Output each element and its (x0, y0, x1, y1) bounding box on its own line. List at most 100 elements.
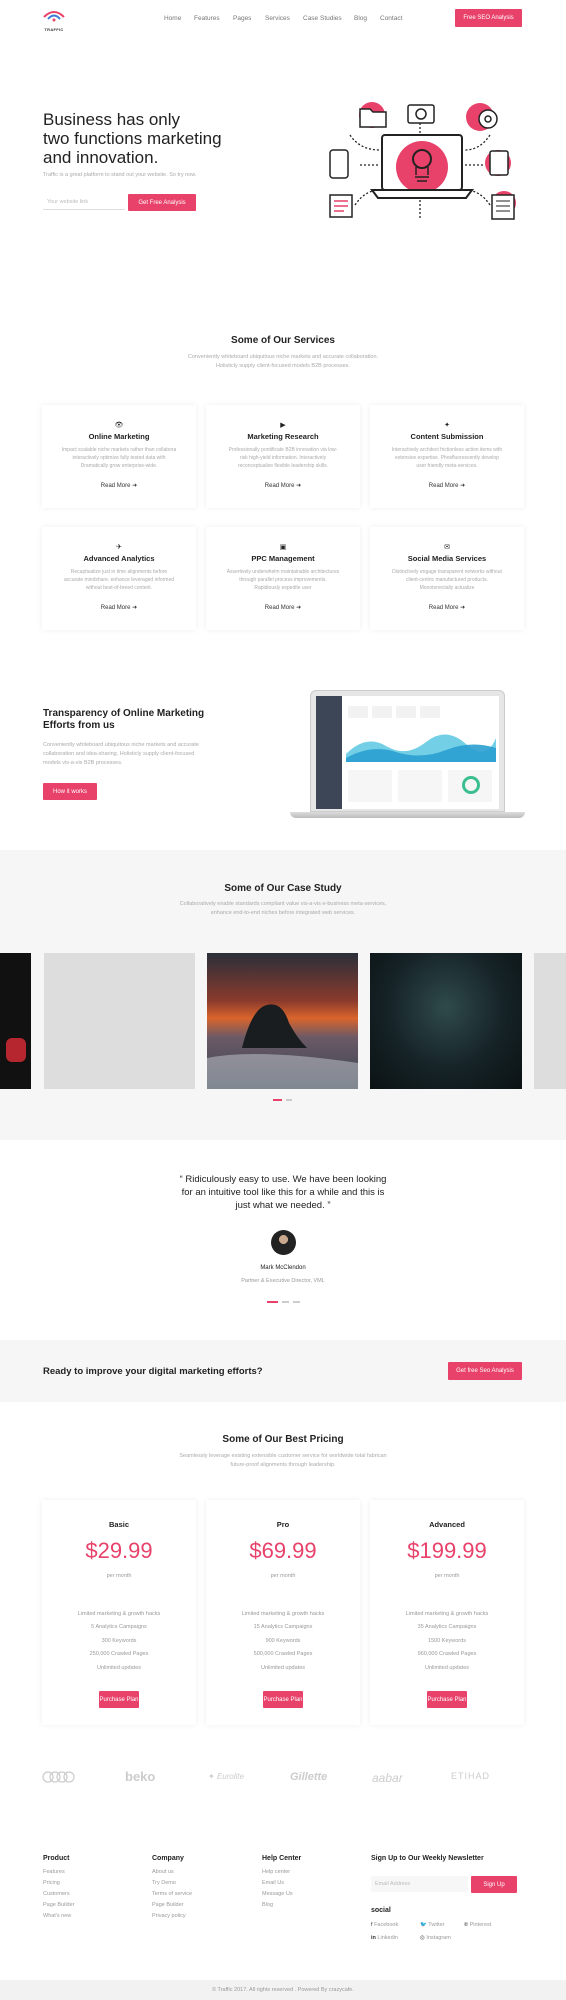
footer-link[interactable]: Page Builder (152, 1900, 192, 1911)
pricing-card-advanced: Advanced $199.99 per month Limited marke… (370, 1500, 524, 1725)
purchase-plan-button[interactable]: Purchase Plan (263, 1691, 303, 1708)
read-more-link[interactable]: Read More ➜ (206, 604, 360, 611)
footer-link[interactable]: Terms of service (152, 1889, 192, 1900)
case-image-car[interactable] (0, 953, 31, 1089)
footer-link[interactable]: What's new (43, 1911, 75, 1922)
arrow-right-icon: ➜ (296, 605, 302, 611)
pricing-card-basic: Basic $29.99 per month Limited marketing… (42, 1500, 196, 1725)
footer-link[interactable]: About us (152, 1867, 192, 1878)
plan-feature: 900 Keywords (265, 1638, 301, 1644)
plan-feature: 300 Keywords (101, 1638, 137, 1644)
read-more-link[interactable]: Read More ➜ (370, 482, 524, 489)
footer-link[interactable]: Features (43, 1867, 75, 1878)
service-title: Advanced Analytics (83, 554, 155, 563)
social-linkedin[interactable]: in Linkedin (371, 1933, 398, 1944)
nav-features[interactable]: Features (194, 15, 220, 22)
social-pinterest[interactable]: ℗ Pinterest (464, 1920, 491, 1931)
sign-up-button[interactable]: Sign Up (471, 1876, 517, 1893)
case-image-placeholder-right[interactable] (534, 953, 566, 1089)
testimonial-dot[interactable] (293, 1301, 300, 1303)
footer-link[interactable]: Pricing (43, 1878, 75, 1889)
plan-feature: 960,000 Crawled Pages (417, 1651, 477, 1657)
footer-heading: Help Center (262, 1855, 302, 1862)
twitter-icon: 🐦 (420, 1922, 427, 1928)
service-description: Recaptiualize just in time alignments be… (63, 569, 175, 591)
testimonial-name: Mark McClendon (260, 1265, 306, 1271)
email-address-input[interactable]: Email Address (371, 1876, 468, 1892)
service-card: ▶ Marketing Research Professionally pont… (206, 405, 360, 508)
hero-title-line2: two functions marketing (43, 129, 222, 148)
pricing-subtitle: Seamlessly leverage existing extensible … (179, 1453, 387, 1468)
footer-link[interactable]: Customers (43, 1889, 75, 1900)
read-more-link[interactable]: Read More ➜ (206, 482, 360, 489)
avatar (271, 1230, 296, 1255)
footer-col-company: Company About us Try Demo Terms of servi… (152, 1855, 192, 1922)
read-more-link[interactable]: Read More ➜ (42, 604, 196, 611)
footer-heading: Company (152, 1855, 184, 1862)
service-title: PPC Management (251, 554, 315, 563)
transparency-description: Conveniently whiteboard ubiquitous niche… (43, 742, 199, 766)
gillette-logo: Gillette (290, 1771, 328, 1783)
social-twitter[interactable]: 🐦 Twitter (420, 1920, 445, 1931)
plan-feature: Limited marketing & growth hacks (241, 1611, 325, 1617)
nav-blog[interactable]: Blog (354, 15, 367, 22)
website-link-input[interactable]: Your website link (43, 194, 125, 210)
case-image-dark-forest[interactable] (370, 953, 522, 1089)
arrow-right-icon: ➜ (460, 605, 466, 611)
case-study-title: Some of Our Case Study (224, 883, 342, 894)
social-instagram[interactable]: ◎ Instagram (420, 1933, 451, 1944)
testimonial-dot-active[interactable] (267, 1301, 278, 1303)
plan-price: $29.99 (85, 1538, 153, 1563)
nav-case-studies[interactable]: Case Studies (303, 15, 342, 22)
plan-feature: 35 Analytics Campaigns (417, 1624, 477, 1630)
plan-feature: Unlimited updates (96, 1665, 142, 1671)
pricing-title: Some of Our Best Pricing (222, 1434, 344, 1445)
carousel-dot-active[interactable] (273, 1099, 282, 1101)
plan-feature: 500,000 Crawled Pages (253, 1651, 313, 1657)
service-description: Interactively architect frictionless act… (391, 447, 503, 469)
free-seo-analysis-button[interactable]: Free SEO Analysis (455, 9, 522, 27)
social-facebook[interactable]: f Facebook (371, 1920, 398, 1931)
footer-link[interactable]: Help center (262, 1867, 301, 1878)
footer-link[interactable]: Page Builder (43, 1900, 75, 1911)
plan-feature: Limited marketing & growth hacks (77, 1611, 161, 1617)
plan-feature: Unlimited updates (260, 1665, 306, 1671)
nav-services[interactable]: Services (265, 15, 290, 22)
get-free-analysis-button[interactable]: Get Free Analysis (128, 194, 196, 211)
purchase-plan-button[interactable]: Purchase Plan (427, 1691, 467, 1708)
plan-period: per month (434, 1573, 460, 1579)
footer-link[interactable]: Message Us (262, 1889, 301, 1900)
footer-link[interactable]: Blog (262, 1900, 301, 1911)
service-card: 👁 Online Marketing Impact scalable niche… (42, 405, 196, 508)
plan-name: Pro (276, 1520, 290, 1529)
footer-link[interactable]: Email Us (262, 1878, 301, 1889)
read-more-link[interactable]: Read More ➜ (370, 604, 524, 611)
archive-icon: ▣ (279, 544, 287, 551)
services-subtitle-line2: Holisticly supply client-focused models … (216, 363, 350, 369)
how-it-works-button[interactable]: How it works (43, 783, 97, 800)
inbox-icon: ✉ (444, 544, 450, 551)
nav-home[interactable]: Home (164, 15, 181, 22)
footer-link[interactable]: Try Demo (152, 1878, 192, 1889)
audi-logo (42, 1771, 75, 1783)
get-free-seo-analysis-button[interactable]: Get free Seo Analysis (448, 1362, 522, 1380)
testimonial-dot[interactable] (282, 1301, 289, 1303)
newsletter-title: Sign Up to Our Weekly Newsletter (371, 1855, 484, 1862)
case-image-placeholder[interactable] (44, 953, 195, 1089)
service-description: Distinctively engage transparent network… (392, 569, 502, 591)
arrow-right-icon: ➜ (132, 605, 138, 611)
case-image-sea-rock[interactable] (207, 953, 358, 1089)
purchase-plan-button[interactable]: Purchase Plan (99, 1691, 139, 1708)
carousel-dot[interactable] (286, 1099, 292, 1101)
services-title: Some of Our Services (231, 335, 335, 346)
service-title: Marketing Research (247, 432, 319, 441)
service-card: ✉ Social Media Services Distinctively en… (370, 527, 524, 630)
plan-price: $69.99 (249, 1538, 317, 1563)
service-description: Impact scalable niche markets rather tha… (61, 447, 177, 469)
footer-link[interactable]: Privacy policy (152, 1911, 192, 1922)
nav-pages[interactable]: Pages (233, 15, 251, 22)
logo[interactable]: TRAFFIC (42, 8, 66, 32)
nav-contact[interactable]: Contact (380, 15, 402, 22)
read-more-link[interactable]: Read More ➜ (42, 482, 196, 489)
facebook-icon: f (371, 1922, 373, 1928)
